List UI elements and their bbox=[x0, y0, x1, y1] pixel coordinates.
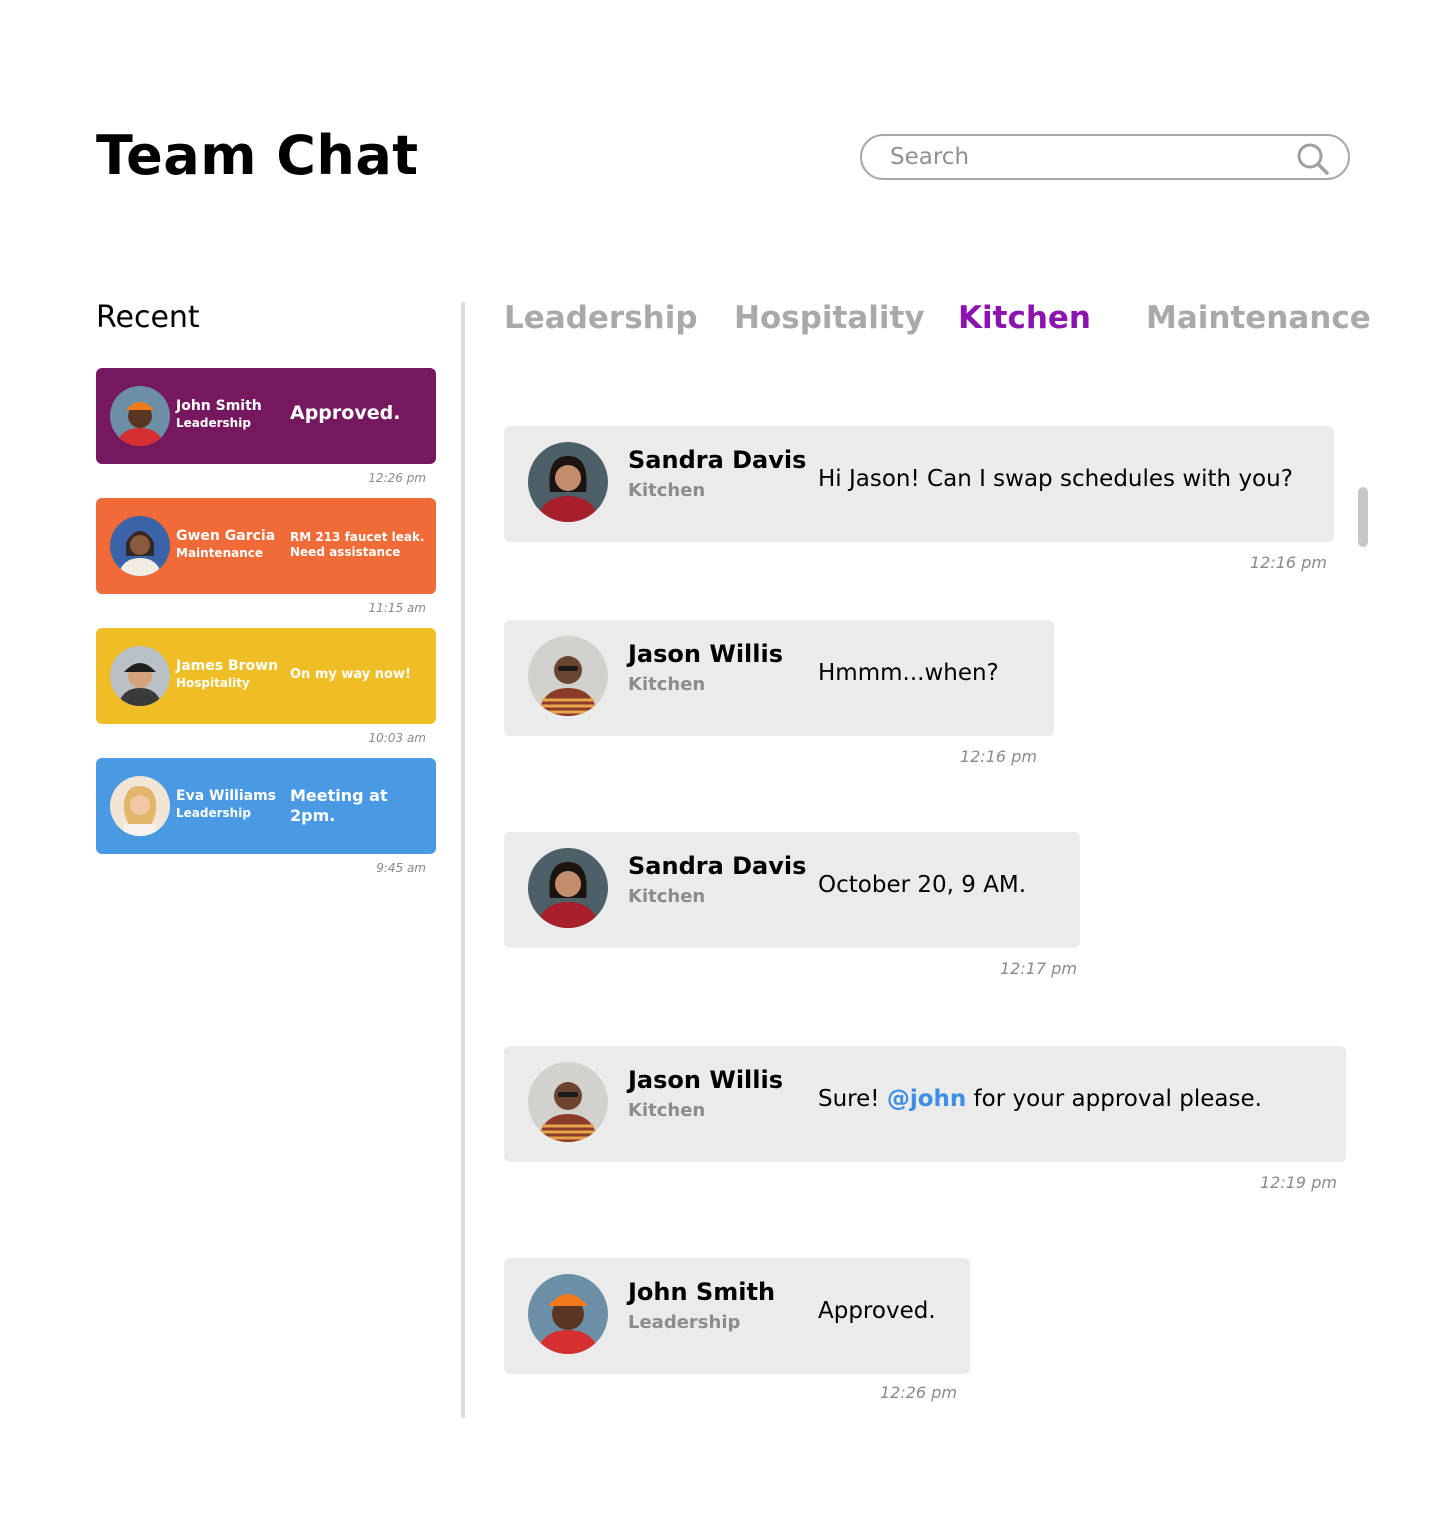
message-sender-name: John Smith bbox=[628, 1278, 776, 1306]
message-sender-name: Jason Willis bbox=[628, 1066, 784, 1094]
message-sender-name: Jason Willis bbox=[628, 640, 784, 668]
tab-hospitality[interactable]: Hospitality bbox=[734, 300, 925, 336]
avatar bbox=[528, 442, 608, 522]
recent-item-time: 9:45 am bbox=[376, 861, 426, 875]
tab-maintenance[interactable]: Maintenance bbox=[1146, 300, 1371, 336]
recent-item-name: Gwen Garcia bbox=[176, 528, 276, 544]
message-text: Hi Jason! Can I swap schedules with you? bbox=[818, 466, 1293, 492]
message-sender-dept: Kitchen bbox=[628, 674, 706, 695]
recent-item-time: 11:15 am bbox=[368, 601, 426, 615]
recent-item-message: Meeting at 2pm. bbox=[290, 786, 388, 825]
message-sender-name: Sandra Davis bbox=[628, 852, 807, 880]
message-sender-name: Sandra Davis bbox=[628, 446, 807, 474]
recent-item-john-smith[interactable]: John Smith Leadership Approved. bbox=[96, 368, 436, 464]
recent-item-name: John Smith bbox=[176, 398, 262, 414]
search-input[interactable] bbox=[890, 142, 1290, 172]
sidebar-divider bbox=[461, 302, 465, 1418]
recent-item-message: Approved. bbox=[290, 402, 401, 424]
recent-item-james-brown[interactable]: James Brown Hospitality On my way now! bbox=[96, 628, 436, 724]
avatar bbox=[528, 1274, 608, 1354]
message-time: 12:19 pm bbox=[1260, 1173, 1337, 1192]
avatar bbox=[528, 848, 608, 928]
message-text: October 20, 9 AM. bbox=[818, 872, 1027, 898]
avatar bbox=[528, 1062, 608, 1142]
avatar bbox=[110, 646, 170, 706]
message-text-before: Sure! bbox=[818, 1086, 887, 1112]
message-bubble: Jason Willis Kitchen Hmmm...when? bbox=[504, 620, 1054, 736]
mention-link[interactable]: @john bbox=[887, 1086, 966, 1112]
message-bubble: John Smith Leadership Approved. bbox=[504, 1258, 970, 1374]
message-sender-dept: Kitchen bbox=[628, 1100, 706, 1121]
recent-item-dept: Leadership bbox=[176, 806, 251, 820]
recent-item-dept: Hospitality bbox=[176, 676, 250, 690]
recent-item-name: James Brown bbox=[176, 658, 279, 674]
recent-item-time: 12:26 pm bbox=[368, 471, 426, 485]
recent-item-dept: Maintenance bbox=[176, 546, 264, 560]
recent-item-time: 10:03 am bbox=[368, 731, 426, 745]
message-time: 12:16 pm bbox=[1250, 553, 1327, 572]
recent-item-dept: Leadership bbox=[176, 416, 251, 430]
avatar bbox=[110, 386, 170, 446]
page-title: Team Chat bbox=[96, 124, 419, 187]
tab-kitchen[interactable]: Kitchen bbox=[958, 300, 1091, 336]
recent-item-eva-williams[interactable]: Eva Williams Leadership Meeting at 2pm. bbox=[96, 758, 436, 854]
search-icon[interactable] bbox=[1296, 142, 1330, 176]
message-text: Sure! @john for your approval please. bbox=[818, 1086, 1262, 1112]
tab-leadership[interactable]: Leadership bbox=[504, 300, 698, 336]
message-bubble: Sandra Davis Kitchen October 20, 9 AM. bbox=[504, 832, 1080, 948]
message-bubble: Jason Willis Kitchen Sure! @john for you… bbox=[504, 1046, 1346, 1162]
message-sender-dept: Kitchen bbox=[628, 886, 706, 907]
avatar bbox=[110, 776, 170, 836]
message-sender-dept: Leadership bbox=[628, 1312, 741, 1333]
avatar bbox=[110, 516, 170, 576]
recent-item-name: Eva Williams bbox=[176, 788, 277, 804]
recent-item-message: On my way now! bbox=[290, 667, 411, 682]
avatar bbox=[528, 636, 608, 716]
message-sender-dept: Kitchen bbox=[628, 480, 706, 501]
message-time: 12:17 pm bbox=[1000, 959, 1077, 978]
message-text: Hmmm...when? bbox=[818, 660, 999, 686]
message-text-after: for your approval please. bbox=[966, 1086, 1262, 1112]
message-text: Approved. bbox=[818, 1298, 936, 1324]
message-time: 12:16 pm bbox=[960, 747, 1037, 766]
chat-scrollbar[interactable] bbox=[1358, 487, 1368, 547]
message-bubble: Sandra Davis Kitchen Hi Jason! Can I swa… bbox=[504, 426, 1334, 542]
recent-heading: Recent bbox=[96, 300, 200, 335]
recent-item-gwen-garcia[interactable]: Gwen Garcia Maintenance RM 213 faucet le… bbox=[96, 498, 436, 594]
search-bar[interactable] bbox=[860, 134, 1350, 180]
recent-item-message: RM 213 faucet leak. Need assistance bbox=[290, 530, 425, 559]
message-time: 12:26 pm bbox=[880, 1383, 957, 1402]
